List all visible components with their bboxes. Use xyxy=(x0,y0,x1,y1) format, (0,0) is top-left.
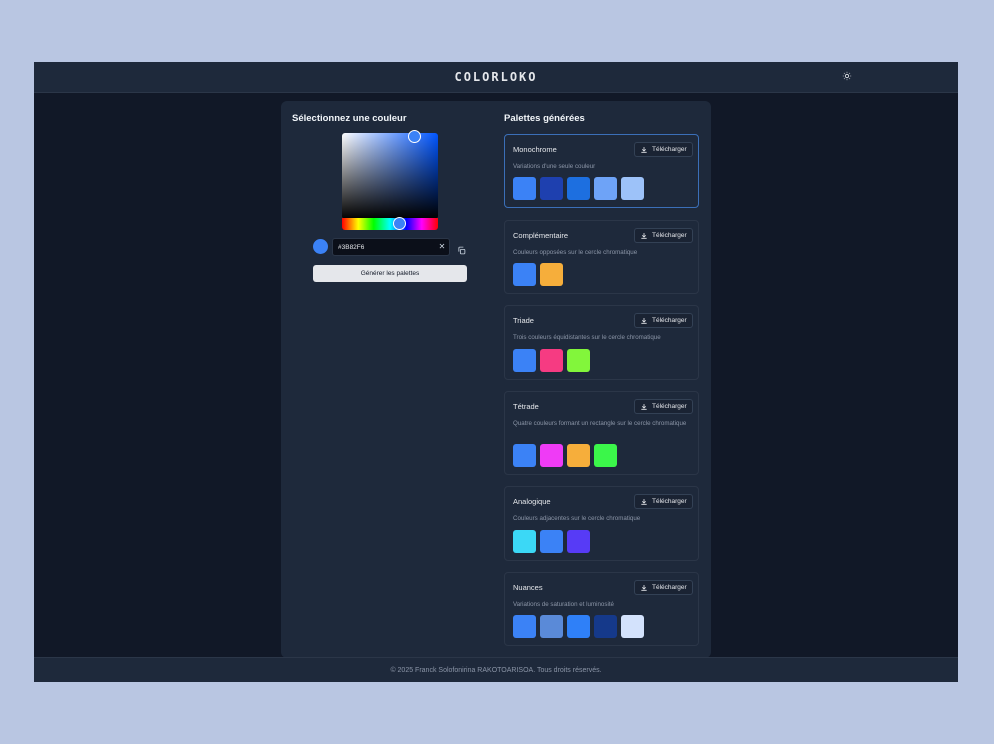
color-swatch[interactable] xyxy=(594,444,617,467)
download-button[interactable]: Télécharger xyxy=(634,399,693,414)
download-button[interactable]: Télécharger xyxy=(634,580,693,595)
download-button[interactable]: Télécharger xyxy=(634,228,693,243)
color-swatch[interactable] xyxy=(567,530,590,553)
copy-button[interactable] xyxy=(457,242,467,255)
color-swatch[interactable] xyxy=(567,177,590,200)
palette-swatches xyxy=(513,263,563,286)
color-swatch[interactable] xyxy=(540,530,563,553)
generate-palettes-button[interactable]: Générer les palettes xyxy=(313,265,467,282)
color-swatch[interactable] xyxy=(594,615,617,638)
palette-card: Tétrade Télécharger Quatre couleurs forman… xyxy=(504,391,699,475)
download-label: Télécharger xyxy=(652,498,687,505)
palette-swatches xyxy=(513,444,617,467)
palette-description: Couleurs adjacentes sur le cercle chroma… xyxy=(513,515,641,522)
color-swatch[interactable] xyxy=(540,615,563,638)
download-icon xyxy=(640,143,648,159)
palette-card: Triade Télécharger Trois couleurs équidist… xyxy=(504,305,699,380)
download-label: Télécharger xyxy=(652,403,687,410)
saturation-handle[interactable] xyxy=(408,130,421,143)
selected-color-swatch xyxy=(313,239,328,254)
color-swatch[interactable] xyxy=(594,177,617,200)
download-button[interactable]: Télécharger xyxy=(634,313,693,328)
palette-card: Nuances Télécharger Variations de saturati… xyxy=(504,572,699,646)
hex-input[interactable] xyxy=(332,238,450,256)
palette-card: Analogique Télécharger Couleurs adjacentes… xyxy=(504,486,699,561)
app-logo[interactable]: COLORLOKO xyxy=(34,70,958,84)
download-icon xyxy=(640,581,648,597)
download-button[interactable]: Télécharger xyxy=(634,494,693,509)
palette-card: Monochrome Télécharger Variations d'une se… xyxy=(504,134,699,208)
color-swatch[interactable] xyxy=(540,349,563,372)
color-swatch[interactable] xyxy=(567,615,590,638)
sun-icon xyxy=(842,71,852,81)
palette-name: Nuances xyxy=(513,583,543,592)
color-swatch[interactable] xyxy=(621,615,644,638)
palette-name: Triade xyxy=(513,316,534,325)
palette-swatches xyxy=(513,177,644,200)
palette-name: Analogique xyxy=(513,497,551,506)
main-card: Sélectionnez une couleur ✕ Générer les p… xyxy=(281,101,711,658)
color-swatch[interactable] xyxy=(513,530,536,553)
download-icon xyxy=(640,495,648,511)
color-swatch[interactable] xyxy=(540,263,563,286)
palette-name: Monochrome xyxy=(513,145,557,154)
download-icon xyxy=(640,229,648,245)
footer: © 2025 Franck Solofonirina RAKOTOARISOA.… xyxy=(34,657,958,682)
color-swatch[interactable] xyxy=(513,177,536,200)
palette-description: Quatre couleurs formant un rectangle sur… xyxy=(513,420,687,427)
palette-description: Couleurs opposées sur le cercle chromati… xyxy=(513,249,638,256)
download-label: Télécharger xyxy=(652,584,687,591)
color-swatch[interactable] xyxy=(540,177,563,200)
download-label: Télécharger xyxy=(652,317,687,324)
theme-toggle-button[interactable] xyxy=(840,70,854,84)
download-icon xyxy=(640,400,648,416)
palette-description: Trois couleurs équidistantes sur le cerc… xyxy=(513,334,661,341)
color-swatch[interactable] xyxy=(513,263,536,286)
color-swatch[interactable] xyxy=(513,615,536,638)
saturation-value-area[interactable] xyxy=(342,133,438,219)
palette-swatches xyxy=(513,615,644,638)
top-bar: COLORLOKO xyxy=(34,62,958,93)
hue-handle[interactable] xyxy=(393,217,406,230)
color-swatch[interactable] xyxy=(621,177,644,200)
palette-description: Variations d'une seule couleur xyxy=(513,163,596,170)
app-window: COLORLOKO Sélectionnez une couleur ✕ Gén… xyxy=(34,62,958,682)
palette-swatches xyxy=(513,530,590,553)
color-swatch[interactable] xyxy=(540,444,563,467)
color-swatch[interactable] xyxy=(513,444,536,467)
palettes-title: Palettes générées xyxy=(504,113,585,124)
palette-name: Complémentaire xyxy=(513,231,569,240)
palette-name: Tétrade xyxy=(513,402,539,411)
download-label: Télécharger xyxy=(652,146,687,153)
palette-card: Complémentaire Télécharger Couleurs opposé… xyxy=(504,220,699,294)
close-icon: ✕ xyxy=(438,242,446,251)
hue-slider[interactable] xyxy=(342,218,438,230)
download-button[interactable]: Télécharger xyxy=(634,142,693,157)
color-swatch[interactable] xyxy=(567,444,590,467)
color-swatch[interactable] xyxy=(567,349,590,372)
color-swatch[interactable] xyxy=(513,349,536,372)
picker-title: Sélectionnez une couleur xyxy=(292,113,407,124)
download-label: Télécharger xyxy=(652,232,687,239)
palette-swatches xyxy=(513,349,590,372)
download-icon xyxy=(640,314,648,330)
copy-icon xyxy=(458,246,466,255)
clear-button[interactable]: ✕ xyxy=(437,242,447,252)
palette-description: Variations de saturation et luminosité xyxy=(513,601,615,608)
